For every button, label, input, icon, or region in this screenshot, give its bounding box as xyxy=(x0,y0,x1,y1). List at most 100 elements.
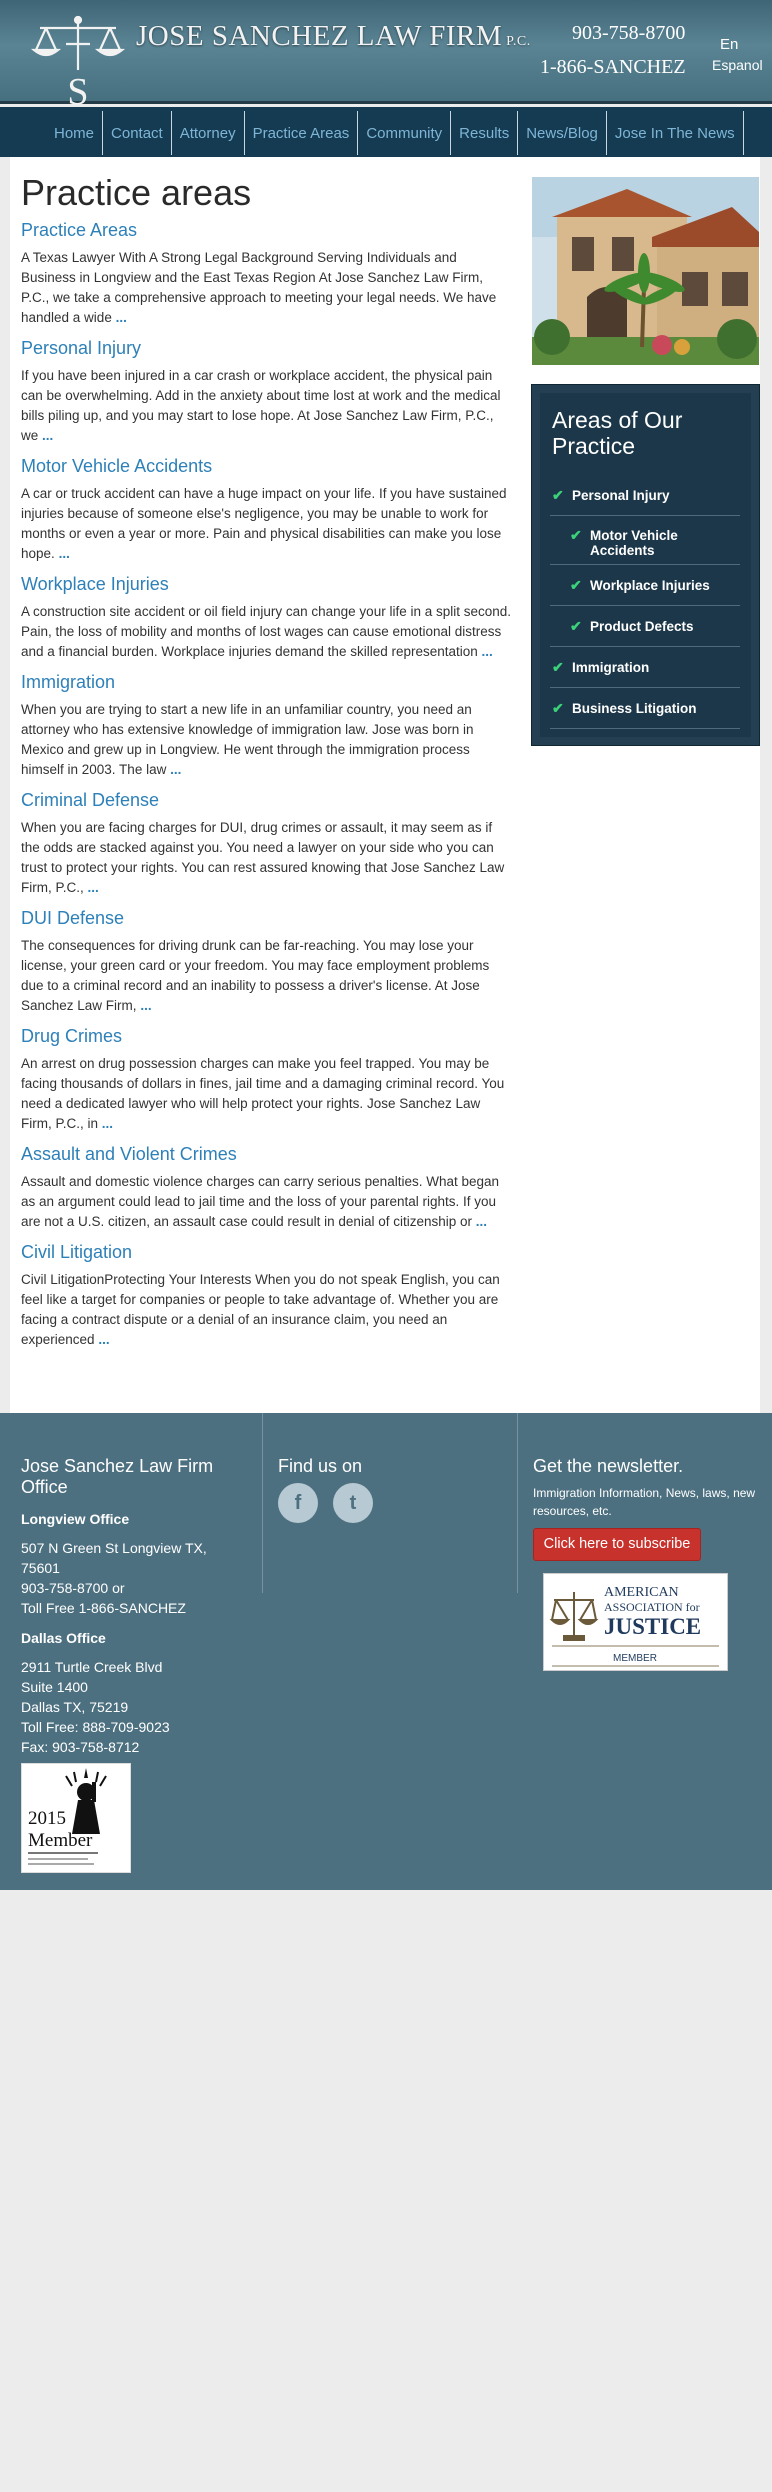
checkmark-icon: ✔ xyxy=(570,618,582,634)
excerpt-text: When you are trying to start a new life … xyxy=(21,702,474,777)
svg-text:JUSTICE: JUSTICE xyxy=(604,1614,701,1639)
nav-item-contact[interactable]: Contact xyxy=(103,111,172,155)
area-item-label: Workplace Injuries xyxy=(590,578,710,593)
firm-name[interactable]: JOSE SANCHEZ LAW FIRM P.C. xyxy=(136,20,531,53)
address-line: Suite 1400 xyxy=(21,1679,88,1695)
office-building-photo xyxy=(532,177,759,365)
area-item-label: Business Litigation xyxy=(572,701,697,716)
read-more-link[interactable]: ... xyxy=(59,546,70,561)
footer-office-title: Jose Sanchez Law Firm Office xyxy=(21,1456,214,1497)
address-line: 2911 Turtle Creek Blvd xyxy=(21,1659,163,1675)
practice-section-excerpt: When you are facing charges for DUI, dru… xyxy=(21,818,511,898)
practice-section-title[interactable]: Assault and Violent Crimes xyxy=(21,1143,511,1165)
excerpt-text: A construction site accident or oil fiel… xyxy=(21,604,512,659)
address-line[interactable]: 903-758-8700 or xyxy=(21,1578,251,1598)
read-more-link[interactable]: ... xyxy=(88,880,99,895)
nav-item-jose-in-the-news[interactable]: Jose In The News xyxy=(607,111,744,155)
read-more-link[interactable]: ... xyxy=(170,762,181,777)
practice-areas-widget: Areas of Our Practice ✔ Personal Injury ✔ M… xyxy=(531,384,760,746)
practice-section-title[interactable]: Workplace Injuries xyxy=(21,573,511,595)
lang-spanish-link[interactable]: Espanol xyxy=(712,57,763,73)
svg-text:S: S xyxy=(67,71,88,106)
read-more-link[interactable]: ... xyxy=(102,1116,113,1131)
newsletter-text: Immigration Information, News, laws, new… xyxy=(533,1486,756,1518)
address-line: 75601 xyxy=(21,1560,60,1576)
excerpt-text: Assault and domestic violence charges ca… xyxy=(21,1174,500,1229)
excerpt-text: A car or truck accident can have a huge … xyxy=(21,486,507,561)
area-item[interactable]: ✔ Business Litigation xyxy=(550,688,740,729)
practice-section-excerpt: Assault and domestic violence charges ca… xyxy=(21,1172,511,1232)
practice-section-title[interactable]: DUI Defense xyxy=(21,907,511,929)
nav-item-community[interactable]: Community xyxy=(358,111,452,155)
practice-section-title[interactable]: Practice Areas xyxy=(21,219,511,241)
practice-section: Immigration When you are trying to start … xyxy=(21,671,511,780)
practice-section: Criminal Defense When you are facing char… xyxy=(21,789,511,898)
practice-section-title[interactable]: Personal Injury xyxy=(21,337,511,359)
practice-section-title[interactable]: Motor Vehicle Accidents xyxy=(21,455,511,477)
scales-of-justice-logo[interactable]: S xyxy=(30,14,126,106)
address-line[interactable]: Toll Free: 888-709-9023 xyxy=(21,1717,251,1737)
nav-list: Home Contact Attorney Practice Areas Com… xyxy=(46,111,744,155)
read-more-link[interactable]: ... xyxy=(140,998,151,1013)
practice-section: Workplace Injuries A construction site ac… xyxy=(21,573,511,662)
practice-section-excerpt: A car or truck accident can have a huge … xyxy=(21,484,511,564)
member-2015-badge: 2015 Member xyxy=(21,1763,131,1873)
practice-section: Civil Litigation Civil LitigationProtecti… xyxy=(21,1241,511,1350)
nav-item-practice-areas[interactable]: Practice Areas xyxy=(245,111,359,155)
area-item[interactable]: ✔ Workplace Injuries xyxy=(550,565,740,606)
longview-address: 507 N Green St Longview TX, 75601 903-75… xyxy=(21,1538,251,1618)
svg-text:Member: Member xyxy=(28,1830,93,1851)
area-item[interactable]: ✔ Immigration xyxy=(550,647,740,688)
excerpt-text: A Texas Lawyer With A Strong Legal Backg… xyxy=(21,250,497,325)
page-title: Practice areas xyxy=(21,172,252,213)
phone-primary[interactable]: 903-758-8700 xyxy=(572,22,685,45)
excerpt-text: If you have been injured in a car crash … xyxy=(21,368,501,443)
main-content: Practice areas Practice Areas A Texas Law… xyxy=(21,173,511,1359)
firm-name-text: JOSE SANCHEZ LAW FIRM xyxy=(136,20,503,52)
twitter-icon[interactable]: t xyxy=(333,1483,373,1523)
practice-section: Motor Vehicle Accidents A car or truck ac… xyxy=(21,455,511,564)
phone-toll-free[interactable]: 1-866-SANCHEZ xyxy=(540,56,686,79)
practice-section-title[interactable]: Civil Litigation xyxy=(21,1241,511,1263)
aaj-member-badge[interactable]: AMERICAN ASSOCIATION for JUSTICE MEMBER xyxy=(543,1573,728,1671)
footer-divider xyxy=(262,1413,263,1593)
nav-item-home[interactable]: Home xyxy=(46,111,104,155)
checkmark-icon: ✔ xyxy=(552,487,564,503)
area-item[interactable]: ✔ Motor Vehicle Accidents xyxy=(550,516,740,565)
excerpt-text: The consequences for driving drunk can b… xyxy=(21,938,490,1013)
site-header: S JOSE SANCHEZ LAW FIRM P.C. 903-758-8700… xyxy=(0,0,772,106)
practice-section-title[interactable]: Drug Crimes xyxy=(21,1025,511,1047)
practice-section-title[interactable]: Immigration xyxy=(21,671,511,693)
practice-section: Drug Crimes An arrest on drug possession … xyxy=(21,1025,511,1134)
practice-section-title[interactable]: Criminal Defense xyxy=(21,789,511,811)
address-line: Dallas TX, 75219 xyxy=(21,1699,129,1715)
practice-section: DUI Defense The consequences for driving … xyxy=(21,907,511,1016)
read-more-link[interactable]: ... xyxy=(42,428,53,443)
nav-item-news-blog[interactable]: News/Blog xyxy=(518,111,607,155)
address-line[interactable]: Toll Free 1-866-SANCHEZ xyxy=(21,1598,251,1618)
facebook-icon[interactable]: f xyxy=(278,1483,318,1523)
practice-section-excerpt: The consequences for driving drunk can b… xyxy=(21,936,511,1016)
read-more-link[interactable]: ... xyxy=(98,1332,109,1347)
practice-section-excerpt: A construction site accident or oil fiel… xyxy=(21,602,511,662)
read-more-link[interactable]: ... xyxy=(116,310,127,325)
practice-section-excerpt: If you have been injured in a car crash … xyxy=(21,366,511,446)
nav-item-attorney[interactable]: Attorney xyxy=(172,111,245,155)
svg-text:ASSOCIATION for: ASSOCIATION for xyxy=(604,1600,700,1614)
svg-text:2015: 2015 xyxy=(28,1808,66,1829)
area-item[interactable]: ✔ Product Defects xyxy=(550,606,740,647)
area-item[interactable]: ✔ Personal Injury xyxy=(550,475,740,516)
svg-text:AMERICAN: AMERICAN xyxy=(604,1585,679,1600)
read-more-link[interactable]: ... xyxy=(482,644,493,659)
checkmark-icon: ✔ xyxy=(570,577,582,593)
newsletter-title: Get the newsletter. xyxy=(533,1456,684,1476)
dallas-address: 2911 Turtle Creek Blvd Suite 1400 Dallas… xyxy=(21,1657,251,1757)
nav-item-results[interactable]: Results xyxy=(451,111,519,155)
subscribe-button[interactable]: Click here to subscribe xyxy=(533,1528,701,1561)
practice-section-excerpt: When you are trying to start a new life … xyxy=(21,700,511,780)
excerpt-text: An arrest on drug possession charges can… xyxy=(21,1056,505,1131)
lang-english-link[interactable]: En xyxy=(720,36,738,53)
read-more-link[interactable]: ... xyxy=(476,1214,487,1229)
longview-office-label: Longview Office xyxy=(21,1511,130,1527)
dallas-office-label: Dallas Office xyxy=(21,1630,106,1646)
